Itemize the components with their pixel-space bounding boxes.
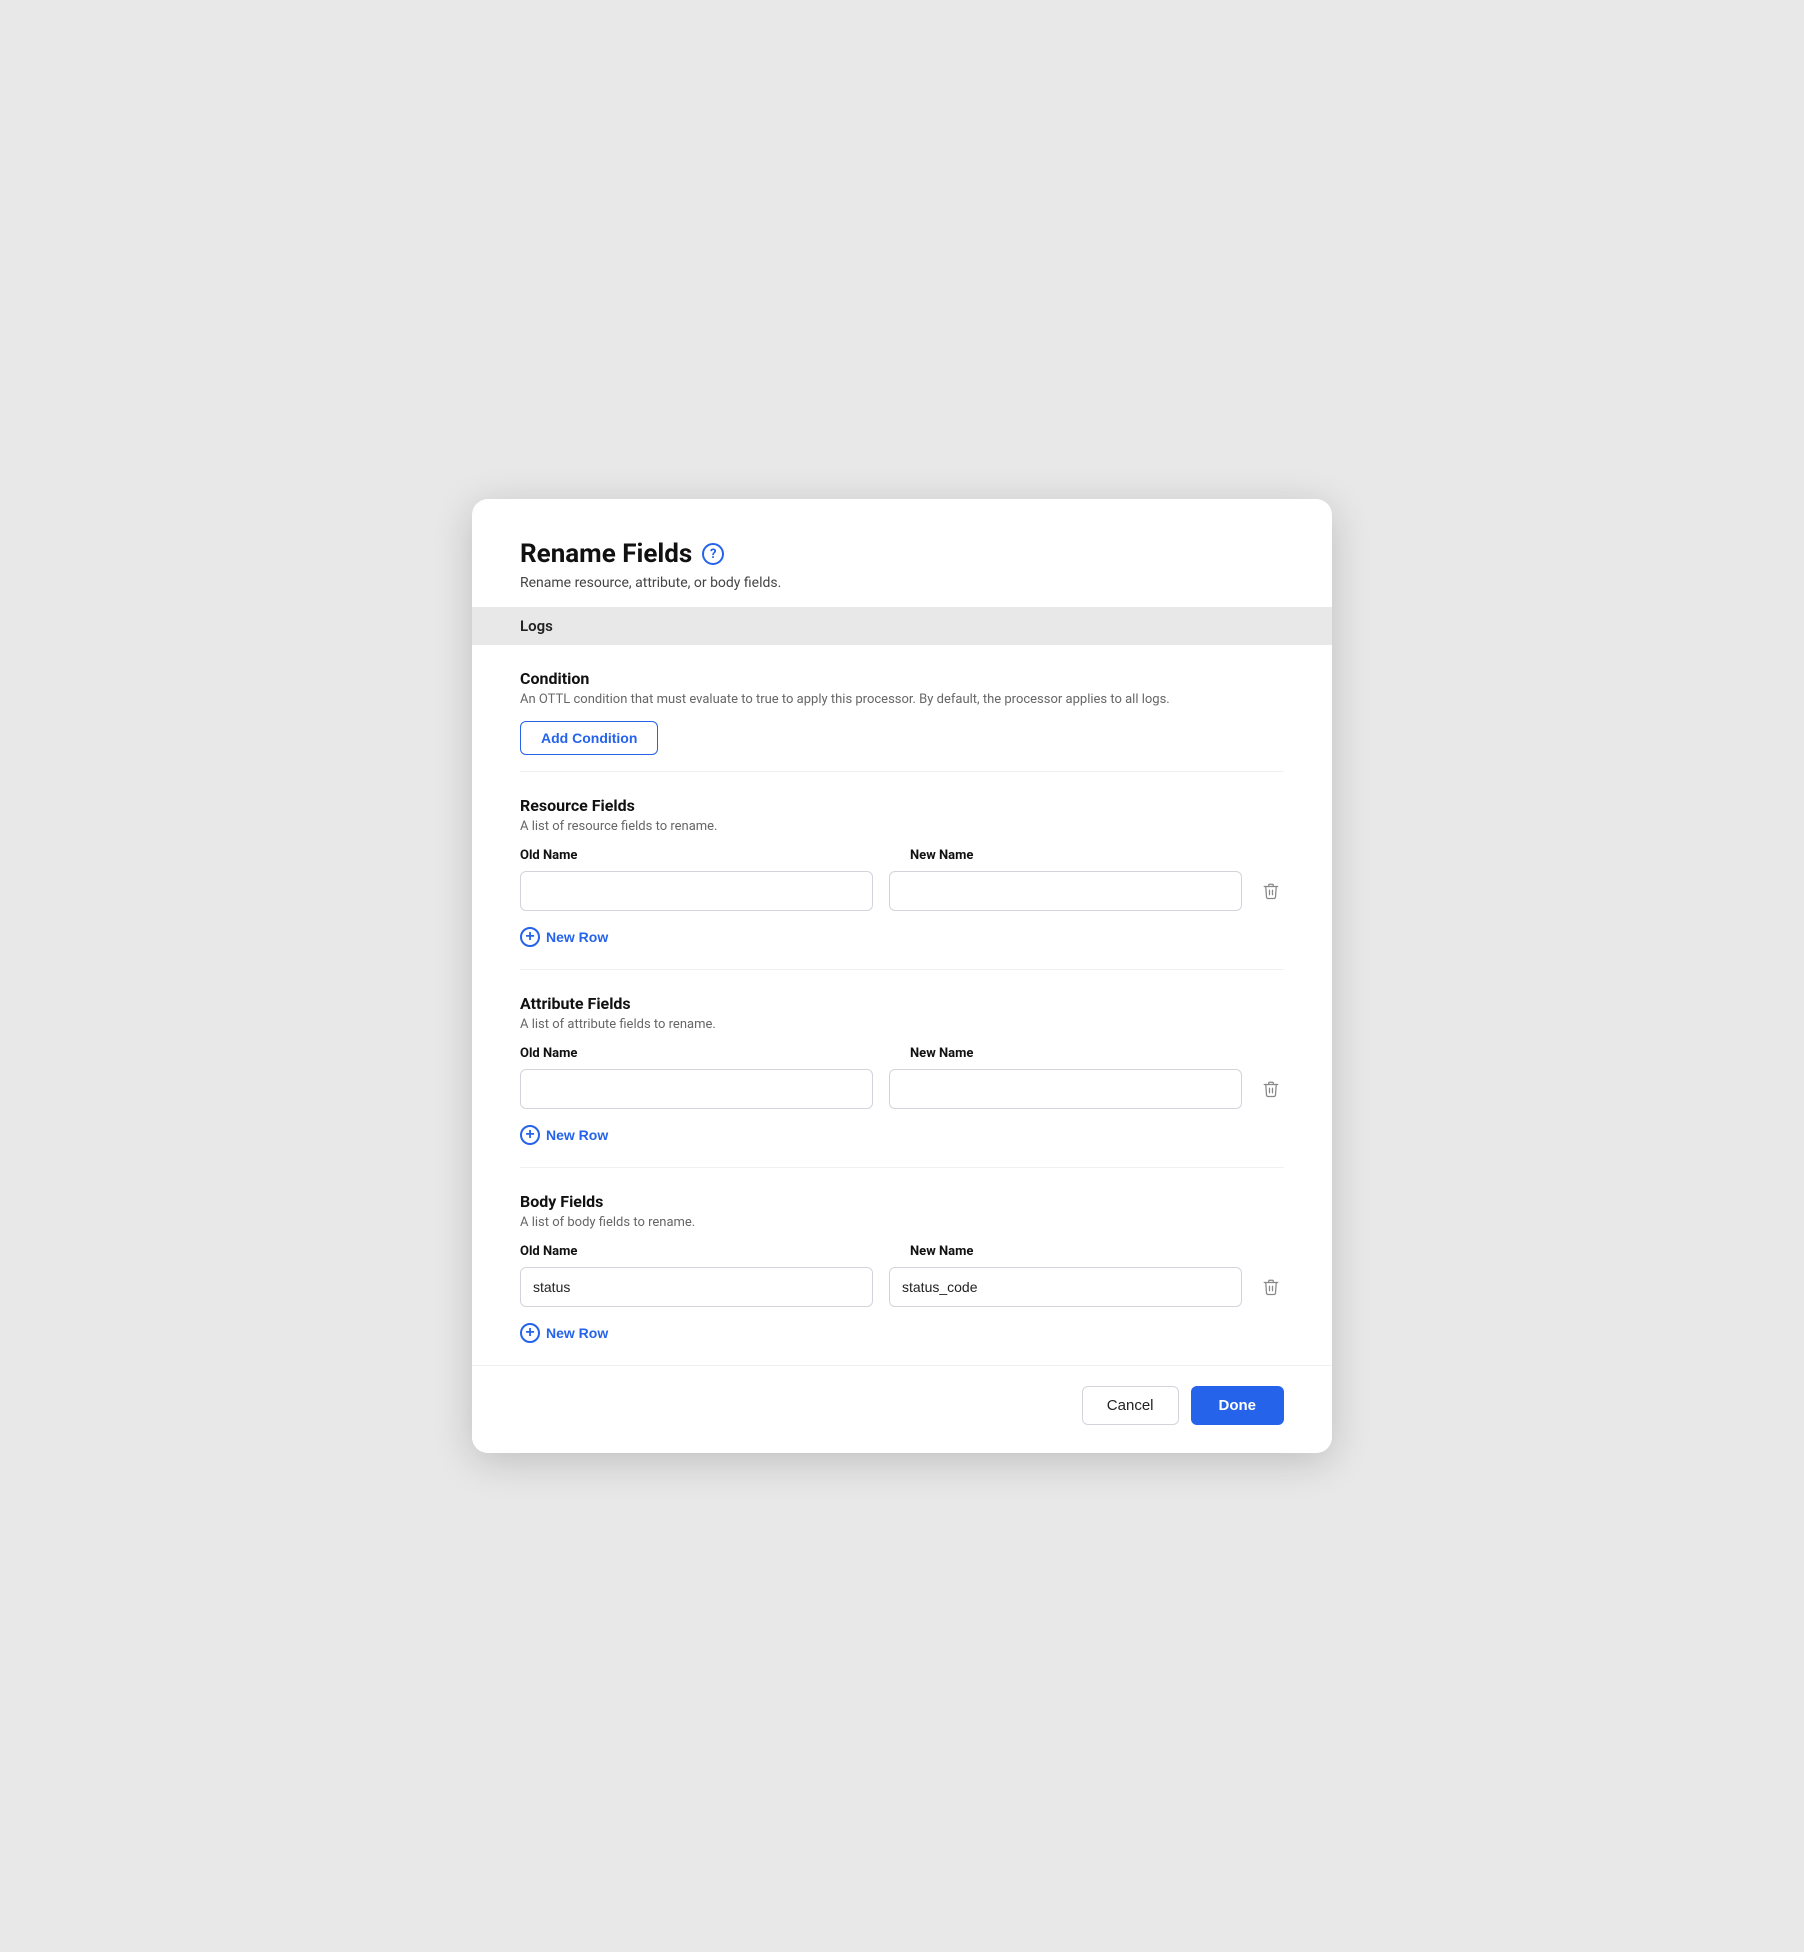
body-new-row-button[interactable]: + New Row bbox=[520, 1317, 608, 1349]
resource-new-name-input[interactable] bbox=[889, 871, 1242, 911]
resource-fields-description: A list of resource fields to rename. bbox=[520, 819, 1284, 834]
dialog-body: Condition An OTTL condition that must ev… bbox=[472, 645, 1332, 1365]
resource-fields-header: Old Name New Name bbox=[520, 848, 1284, 863]
attribute-new-name-label: New Name bbox=[910, 1046, 1284, 1061]
table-row bbox=[520, 1069, 1284, 1109]
dialog-header: Rename Fields ? Rename resource, attribu… bbox=[472, 539, 1332, 607]
plus-circle-icon: + bbox=[520, 1323, 540, 1343]
logs-tab[interactable]: Logs bbox=[472, 607, 1332, 645]
attribute-row-delete-button[interactable] bbox=[1258, 1076, 1284, 1102]
resource-old-name-label: Old Name bbox=[520, 848, 894, 863]
attribute-old-name-input[interactable] bbox=[520, 1069, 873, 1109]
body-old-name-input[interactable] bbox=[520, 1267, 873, 1307]
resource-new-row-button[interactable]: + New Row bbox=[520, 921, 608, 953]
resource-row-delete-button[interactable] bbox=[1258, 878, 1284, 904]
condition-description: An OTTL condition that must evaluate to … bbox=[520, 692, 1284, 707]
attribute-fields-description: A list of attribute fields to rename. bbox=[520, 1017, 1284, 1032]
add-condition-button[interactable]: Add Condition bbox=[520, 721, 658, 755]
resource-new-name-label: New Name bbox=[910, 848, 1284, 863]
resource-fields-table: Old Name New Name bbox=[520, 848, 1284, 911]
condition-title: Condition bbox=[520, 669, 1284, 688]
body-fields-section: Body Fields A list of body fields to ren… bbox=[520, 1168, 1284, 1365]
body-fields-table: Old Name New Name bbox=[520, 1244, 1284, 1307]
cancel-button[interactable]: Cancel bbox=[1082, 1386, 1179, 1425]
attribute-new-row-button[interactable]: + New Row bbox=[520, 1119, 608, 1151]
title-row: Rename Fields ? bbox=[520, 539, 1284, 569]
body-row-delete-button[interactable] bbox=[1258, 1274, 1284, 1300]
rename-fields-dialog: Rename Fields ? Rename resource, attribu… bbox=[472, 499, 1332, 1453]
attribute-new-name-input[interactable] bbox=[889, 1069, 1242, 1109]
attribute-fields-header: Old Name New Name bbox=[520, 1046, 1284, 1061]
table-row bbox=[520, 1267, 1284, 1307]
body-fields-description: A list of body fields to rename. bbox=[520, 1215, 1284, 1230]
condition-section: Condition An OTTL condition that must ev… bbox=[520, 645, 1284, 772]
resource-fields-title: Resource Fields bbox=[520, 796, 1284, 815]
attribute-old-name-label: Old Name bbox=[520, 1046, 894, 1061]
dialog-footer: Cancel Done bbox=[472, 1365, 1332, 1453]
dialog-title: Rename Fields bbox=[520, 539, 692, 569]
body-new-name-label: New Name bbox=[910, 1244, 1284, 1259]
dialog-subtitle: Rename resource, attribute, or body fiel… bbox=[520, 575, 1284, 591]
resource-fields-section: Resource Fields A list of resource field… bbox=[520, 772, 1284, 970]
done-button[interactable]: Done bbox=[1191, 1386, 1285, 1425]
body-old-name-label: Old Name bbox=[520, 1244, 894, 1259]
attribute-fields-table: Old Name New Name bbox=[520, 1046, 1284, 1109]
attribute-fields-title: Attribute Fields bbox=[520, 994, 1284, 1013]
body-fields-title: Body Fields bbox=[520, 1192, 1284, 1211]
trash-icon bbox=[1262, 882, 1280, 900]
plus-circle-icon: + bbox=[520, 927, 540, 947]
trash-icon bbox=[1262, 1080, 1280, 1098]
resource-old-name-input[interactable] bbox=[520, 871, 873, 911]
plus-circle-icon: + bbox=[520, 1125, 540, 1145]
attribute-fields-section: Attribute Fields A list of attribute fie… bbox=[520, 970, 1284, 1168]
body-fields-header: Old Name New Name bbox=[520, 1244, 1284, 1259]
trash-icon bbox=[1262, 1278, 1280, 1296]
help-icon[interactable]: ? bbox=[702, 543, 724, 565]
table-row bbox=[520, 871, 1284, 911]
body-new-name-input[interactable] bbox=[889, 1267, 1242, 1307]
